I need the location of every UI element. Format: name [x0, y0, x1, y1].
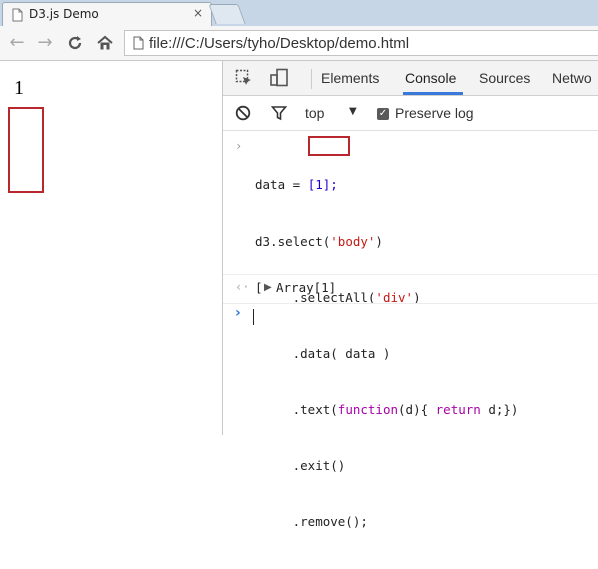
new-tab-button[interactable]: [208, 4, 246, 24]
code-line: data = [1];: [255, 177, 338, 193]
url-text: file:///C:/Users/tyho/Desktop/demo.html: [149, 35, 410, 52]
tab-sources[interactable]: Sources: [479, 70, 530, 86]
highlight-rectangle: [8, 107, 44, 193]
code-line: .text(function(d){ return d;}): [255, 401, 519, 417]
active-tab-indicator: [403, 92, 463, 95]
console-caret[interactable]: [253, 309, 254, 325]
page-text: 1: [14, 77, 24, 99]
back-arrow-icon[interactable]: ←: [6, 32, 28, 54]
devtools-panel: Elements Console Sources Netwo top ▼ ✓ P…: [222, 61, 598, 529]
code-line: .remove();: [255, 514, 368, 530]
reload-icon[interactable]: [64, 32, 86, 54]
filter-icon[interactable]: [270, 105, 288, 125]
forward-arrow-icon[interactable]: →: [34, 32, 56, 54]
dropdown-arrow-icon[interactable]: ▼: [349, 106, 357, 117]
context-selector[interactable]: top: [305, 105, 324, 121]
highlight-rectangle: [308, 136, 350, 156]
code-line: .exit(): [255, 457, 346, 473]
home-icon[interactable]: [94, 32, 116, 54]
preserve-log-checkbox[interactable]: ✓: [377, 108, 389, 120]
close-tab-icon[interactable]: ×: [193, 6, 203, 20]
console-output[interactable]: › data = [1]; d3.select('body') .selectA…: [223, 131, 598, 529]
tab-network[interactable]: Netwo: [552, 70, 592, 86]
code-line: .data( data ): [255, 345, 391, 361]
console-result-row: ‹· [ ▶ Array[1]: [223, 274, 598, 303]
toolbar-divider: [311, 69, 312, 89]
address-toolbar: ← → file:///C:/Users/tyho/Desktop/demo.h…: [0, 26, 598, 61]
console-input-block: data = [1]; d3.select('body') .selectAll…: [255, 139, 518, 569]
page-content: 1: [0, 61, 222, 435]
console-toolbar: top ▼ ✓ Preserve log: [223, 96, 598, 131]
browser-tab[interactable]: D3.js Demo ×: [2, 2, 212, 26]
prompt-chevron-icon: ›: [235, 305, 241, 321]
preserve-log-label: Preserve log: [395, 105, 474, 121]
device-toolbar-icon[interactable]: [269, 68, 289, 92]
tab-strip: D3.js Demo ×: [0, 0, 598, 27]
divider: [223, 303, 598, 305]
address-bar[interactable]: file:///C:/Users/tyho/Desktop/demo.html: [124, 30, 598, 56]
tab-elements[interactable]: Elements: [321, 70, 379, 86]
tab-console[interactable]: Console: [405, 70, 456, 86]
result-bracket: [: [255, 280, 263, 295]
inspect-element-icon[interactable]: [235, 69, 253, 91]
clear-console-icon[interactable]: [235, 105, 251, 125]
result-arrow-icon: ‹·: [235, 280, 250, 294]
tab-title: D3.js Demo: [29, 7, 99, 21]
input-chevron-icon: ›: [235, 139, 243, 153]
page-icon: [12, 8, 23, 22]
code-line: d3.select('body'): [255, 233, 383, 249]
result-value[interactable]: Array[1]: [276, 280, 336, 295]
expand-triangle-icon[interactable]: ▶: [264, 282, 272, 293]
file-icon: [133, 36, 144, 50]
devtools-tab-bar: Elements Console Sources Netwo: [223, 61, 598, 96]
